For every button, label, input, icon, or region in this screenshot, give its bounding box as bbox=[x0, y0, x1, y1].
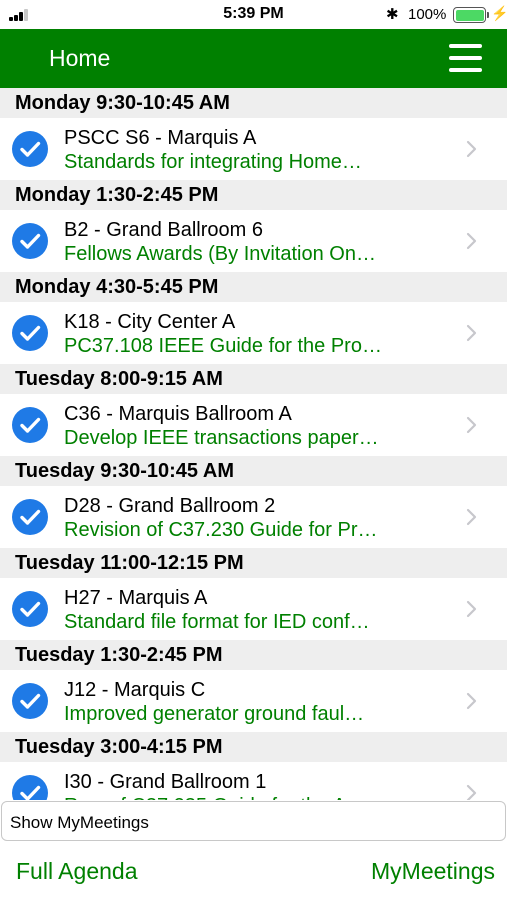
session-row[interactable]: D28 - Grand Ballroom 2 Revision of C37.23… bbox=[0, 486, 507, 548]
session-title: K18 - City Center A bbox=[64, 311, 236, 333]
session-row[interactable]: PSCC S6 - Marquis A Standards for integra… bbox=[0, 118, 507, 180]
session-row[interactable]: J12 - Marquis C Improved generator ground… bbox=[0, 670, 507, 732]
session-subtitle: Revision of C37.230 Guide for Pr… bbox=[64, 519, 378, 541]
session-subtitle: Develop IEEE transactions paper… bbox=[64, 427, 379, 449]
session-row[interactable]: I30 - Grand Ballroom 1 Rev. of C37.235 Gu… bbox=[0, 762, 507, 800]
section-header: Tuesday 3:00-4:15 PM bbox=[0, 732, 507, 762]
status-bar: 5:39 PM ✱ 100% ⚡ bbox=[0, 0, 507, 29]
session-row[interactable]: B2 - Grand Ballroom 6 Fellows Awards (By … bbox=[0, 210, 507, 272]
show-mymeetings-bar[interactable]: Show MyMeetings bbox=[1, 801, 506, 841]
chevron-right-icon bbox=[466, 232, 477, 250]
checkmark-icon[interactable] bbox=[12, 223, 48, 259]
battery-icon bbox=[453, 7, 489, 23]
section-header: Tuesday 1:30-2:45 PM bbox=[0, 640, 507, 670]
hamburger-icon[interactable] bbox=[449, 44, 482, 72]
session-subtitle: Fellows Awards (By Invitation On… bbox=[64, 243, 376, 265]
chevron-right-icon bbox=[466, 416, 477, 434]
chevron-right-icon bbox=[466, 324, 477, 342]
page-title: Home bbox=[49, 45, 111, 71]
section-header: Monday 1:30-2:45 PM bbox=[0, 180, 507, 210]
session-title: I30 - Grand Ballroom 1 bbox=[64, 771, 267, 793]
tab-mymeetings[interactable]: MyMeetings bbox=[371, 858, 495, 885]
session-subtitle: PC37.108 IEEE Guide for the Pro… bbox=[64, 335, 382, 357]
checkmark-icon[interactable] bbox=[12, 591, 48, 627]
session-subtitle: Improved generator ground faul… bbox=[64, 703, 365, 725]
session-group: Monday 4:30-5:45 PM K18 - City Center A PC… bbox=[0, 272, 507, 364]
chevron-right-icon bbox=[466, 600, 477, 618]
session-group: Tuesday 9:30-10:45 AM D28 - Grand Ballroo… bbox=[0, 456, 507, 548]
tab-full-agenda[interactable]: Full Agenda bbox=[16, 858, 137, 885]
battery-percent: 100% bbox=[408, 6, 447, 23]
section-header: Tuesday 11:00-12:15 PM bbox=[0, 548, 507, 578]
section-header: Monday 4:30-5:45 PM bbox=[0, 272, 507, 302]
session-group: Tuesday 1:30-2:45 PM J12 - Marquis C Impro… bbox=[0, 640, 507, 732]
session-group: Monday 1:30-2:45 PM B2 - Grand Ballroom 6… bbox=[0, 180, 507, 272]
session-subtitle: Standard file format for IED conf… bbox=[64, 611, 370, 633]
chevron-right-icon bbox=[466, 692, 477, 710]
session-subtitle: Standards for integrating Home… bbox=[64, 151, 362, 173]
checkmark-icon[interactable] bbox=[12, 775, 48, 800]
session-group: Tuesday 11:00-12:15 PM H27 - Marquis A Sta… bbox=[0, 548, 507, 640]
chevron-right-icon bbox=[466, 140, 477, 158]
session-group: Monday 9:30-10:45 AM PSCC S6 - Marquis AS… bbox=[0, 88, 507, 180]
session-list[interactable]: Monday 9:30-10:45 AM PSCC S6 - Marquis AS… bbox=[0, 88, 507, 800]
checkmark-icon[interactable] bbox=[12, 131, 48, 167]
checkmark-icon[interactable] bbox=[12, 315, 48, 351]
charging-icon: ⚡ bbox=[491, 5, 507, 21]
checkmark-icon[interactable] bbox=[12, 683, 48, 719]
checkmark-icon[interactable] bbox=[12, 407, 48, 443]
session-group: Tuesday 8:00-9:15 AM C36 - Marquis Ballro… bbox=[0, 364, 507, 456]
session-title: C36 - Marquis Ballroom A bbox=[64, 403, 292, 425]
session-group: Tuesday 3:00-4:15 PM I30 - Grand Ballroom… bbox=[0, 732, 507, 800]
session-subtitle: Rev. of C37.235 Guide for the Ap… bbox=[64, 795, 377, 800]
session-title: B2 - Grand Ballroom 6 bbox=[64, 219, 263, 241]
chevron-right-icon bbox=[466, 508, 477, 526]
session-title: D28 - Grand Ballroom 2 bbox=[64, 495, 276, 517]
nav-bar: Home bbox=[0, 29, 507, 88]
section-header: Tuesday 9:30-10:45 AM bbox=[0, 456, 507, 486]
session-row[interactable]: H27 - Marquis A Standard file format for … bbox=[0, 578, 507, 640]
chevron-right-icon bbox=[466, 784, 477, 800]
session-row[interactable]: K18 - City Center A PC37.108 IEEE Guide f… bbox=[0, 302, 507, 364]
show-mymeetings-label: Show MyMeetings bbox=[10, 813, 149, 832]
bottom-tab-bar: Full Agenda MyMeetings bbox=[0, 843, 507, 900]
checkmark-icon[interactable] bbox=[12, 499, 48, 535]
bluetooth-icon: ✱ bbox=[386, 6, 399, 23]
section-header: Tuesday 8:00-9:15 AM bbox=[0, 364, 507, 394]
session-title: J12 - Marquis C bbox=[64, 679, 206, 701]
session-title: H27 - Marquis A bbox=[64, 587, 208, 609]
session-row[interactable]: C36 - Marquis Ballroom A Develop IEEE tra… bbox=[0, 394, 507, 456]
section-header: Monday 9:30-10:45 AM bbox=[0, 88, 507, 118]
session-title: PSCC S6 - Marquis A bbox=[64, 127, 257, 149]
